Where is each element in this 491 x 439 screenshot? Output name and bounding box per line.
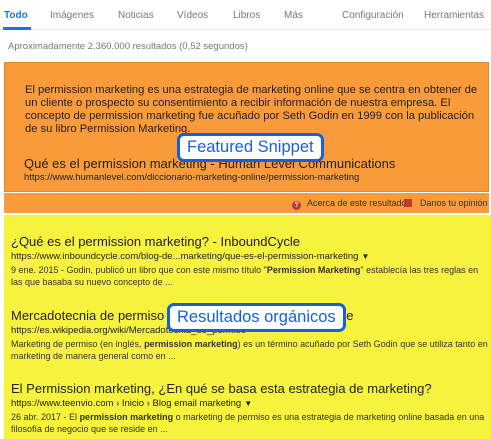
result-title-link[interactable]: El Permission marketing, ¿En qué se basa… bbox=[11, 381, 432, 396]
organic-result: El Permission marketing, ¿En qué se basa… bbox=[11, 380, 489, 435]
feedback-flag-icon bbox=[404, 199, 412, 207]
organic-results-callout: Resultados orgánicos bbox=[167, 303, 346, 332]
tab-todo[interactable]: Todo bbox=[4, 10, 28, 21]
tab-noticias[interactable]: Noticias bbox=[118, 10, 154, 21]
result-url-text: https://www.teenvio.com › Inicio › Blog … bbox=[11, 398, 242, 409]
snippet-bold: Permission Marketing bbox=[266, 265, 361, 275]
result-stats: Aproximadamente 2.360.000 resultados (0,… bbox=[8, 41, 248, 52]
feedback-link[interactable]: Danos tu opinión bbox=[404, 198, 488, 208]
tab-mas[interactable]: Más bbox=[284, 10, 303, 21]
featured-feedback-bar: ? Acerca de este resultado Danos tu opini… bbox=[4, 193, 489, 213]
snippet-text: - Godin, publicó un libro que con este m… bbox=[58, 265, 267, 275]
result-url-text: https://www.inboundcycle.com/blog-de...m… bbox=[11, 251, 359, 262]
organic-result: ¿Qué es el permission marketing? - Inbou… bbox=[11, 233, 489, 288]
caret-down-icon[interactable]: ▼ bbox=[244, 399, 252, 408]
active-tab-indicator bbox=[3, 27, 31, 30]
snippet-text: Marketing de permiso (en inglés, bbox=[11, 339, 145, 349]
featured-snippet-callout: Featured Snippet bbox=[177, 133, 324, 162]
result-snippet: 26 abr. 2017 - El permission marketing o… bbox=[11, 411, 489, 435]
tab-configuracion[interactable]: Configuración bbox=[342, 10, 404, 21]
featured-snippet-text: El permission marketing es una estrategi… bbox=[25, 84, 478, 135]
tab-videos[interactable]: Vídeos bbox=[177, 10, 208, 21]
feedback-label: Danos tu opinión bbox=[420, 198, 488, 208]
result-title-link[interactable]: ¿Qué es el permission marketing? - Inbou… bbox=[11, 234, 300, 249]
snippet-text: - El bbox=[61, 412, 80, 422]
tab-libros[interactable]: Libros bbox=[233, 10, 260, 21]
snippet-bold: permission marketing bbox=[79, 412, 174, 422]
result-snippet: 9 ene. 2015 - Godin, publicó un libro qu… bbox=[11, 264, 489, 288]
about-result-label: Acerca de este resultado bbox=[307, 198, 407, 208]
result-url: https://www.inboundcycle.com/blog-de...m… bbox=[11, 251, 489, 263]
result-url: https://www.teenvio.com › Inicio › Blog … bbox=[11, 398, 489, 410]
snippet-bold: permission marketing bbox=[144, 339, 238, 349]
result-date: 9 ene. 2015 bbox=[11, 265, 59, 275]
search-tabs: Todo Imágenes Noticias Vídeos Libros Más… bbox=[0, 0, 491, 30]
result-snippet: Marketing de permiso (en inglés, permiss… bbox=[11, 338, 489, 362]
result-date: 26 abr. 2017 bbox=[11, 412, 62, 422]
caret-down-icon[interactable]: ▼ bbox=[361, 252, 369, 261]
tab-imagenes[interactable]: Imágenes bbox=[50, 10, 94, 21]
featured-snippet-url: https://www.humanlevel.com/diccionario-m… bbox=[24, 172, 360, 183]
help-icon: ? bbox=[292, 201, 301, 210]
tab-herramientas[interactable]: Herramientas bbox=[424, 10, 484, 21]
about-result-link[interactable]: ? Acerca de este resultado bbox=[292, 198, 407, 210]
